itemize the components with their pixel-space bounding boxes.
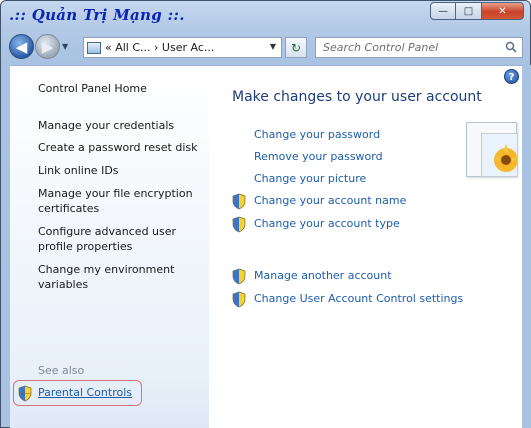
address-dropdown-icon[interactable]: ▼ [270, 42, 276, 51]
parental-controls-link[interactable]: Parental Controls [38, 386, 132, 399]
close-button[interactable]: ✕ [482, 2, 524, 20]
sidebar-item-environment-variables[interactable]: Change my environment variables [38, 262, 188, 292]
control-panel-icon [87, 41, 101, 54]
nav-buttons: ◀ ▶ ▼ [9, 34, 68, 59]
search-icon[interactable] [505, 41, 517, 53]
search-input[interactable] [323, 41, 503, 54]
uac-settings-link[interactable]: Change User Account Control settings [254, 292, 463, 305]
address-text: « All C... › User Ac... [105, 41, 215, 54]
uac-shield-icon [232, 193, 246, 210]
flower-image [481, 133, 518, 177]
change-account-name-link[interactable]: Change your account name [254, 194, 406, 207]
sidebar-item-encryption-certificates[interactable]: Manage your file encryption certificates [38, 186, 208, 216]
forward-button[interactable]: ▶ [35, 34, 60, 59]
uac-shield-icon [232, 216, 246, 233]
sidebar-item-password-reset-disk[interactable]: Create a password reset disk [38, 140, 198, 155]
help-icon[interactable]: ? [504, 69, 519, 84]
change-picture-link[interactable]: Change your picture [254, 172, 366, 185]
recent-pages-dropdown[interactable]: ▼ [62, 42, 68, 51]
uac-shield-icon [232, 291, 246, 308]
refresh-button[interactable]: ↻ [285, 37, 307, 58]
address-bar[interactable]: « All C... › User Ac... ▼ [83, 37, 282, 58]
search-box [315, 37, 523, 58]
uac-shield-icon [232, 268, 246, 285]
page-title: Make changes to your user account [232, 89, 482, 105]
watermark-title: .:: Quản Trị Mạng ::. [9, 6, 185, 24]
see-also-label: See also [38, 364, 85, 377]
uac-shield-icon [18, 385, 32, 402]
explorer-window: .:: Quản Trị Mạng ::. — □ ✕ ◀ ▶ ▼ « All … [0, 0, 531, 428]
refresh-icon: ↻ [290, 40, 302, 55]
change-password-link[interactable]: Change your password [254, 128, 380, 141]
remove-password-link[interactable]: Remove your password [254, 150, 383, 163]
sidebar-control-panel-home[interactable]: Control Panel Home [38, 81, 147, 96]
sunflower-icon [482, 134, 517, 176]
manage-another-account-link[interactable]: Manage another account [254, 269, 392, 282]
parental-controls-highlight: Parental Controls [13, 380, 142, 406]
sidebar-item-credentials[interactable]: Manage your credentials [38, 118, 174, 133]
sidebar-item-profile-properties[interactable]: Configure advanced user profile properti… [38, 224, 188, 254]
sidebar: Control Panel Home Manage your credentia… [10, 65, 209, 428]
user-account-picture[interactable] [466, 122, 518, 177]
window-frame-right [522, 65, 531, 428]
maximize-button[interactable]: □ [456, 2, 482, 20]
sidebar-item-link-online-ids[interactable]: Link online IDs [38, 163, 119, 178]
main-content: ? Make changes to your user account Chan… [209, 65, 522, 428]
back-button[interactable]: ◀ [9, 34, 34, 59]
change-account-type-link[interactable]: Change your account type [254, 217, 400, 230]
minimize-button[interactable]: — [430, 2, 456, 20]
caption-buttons: — □ ✕ [430, 2, 524, 20]
